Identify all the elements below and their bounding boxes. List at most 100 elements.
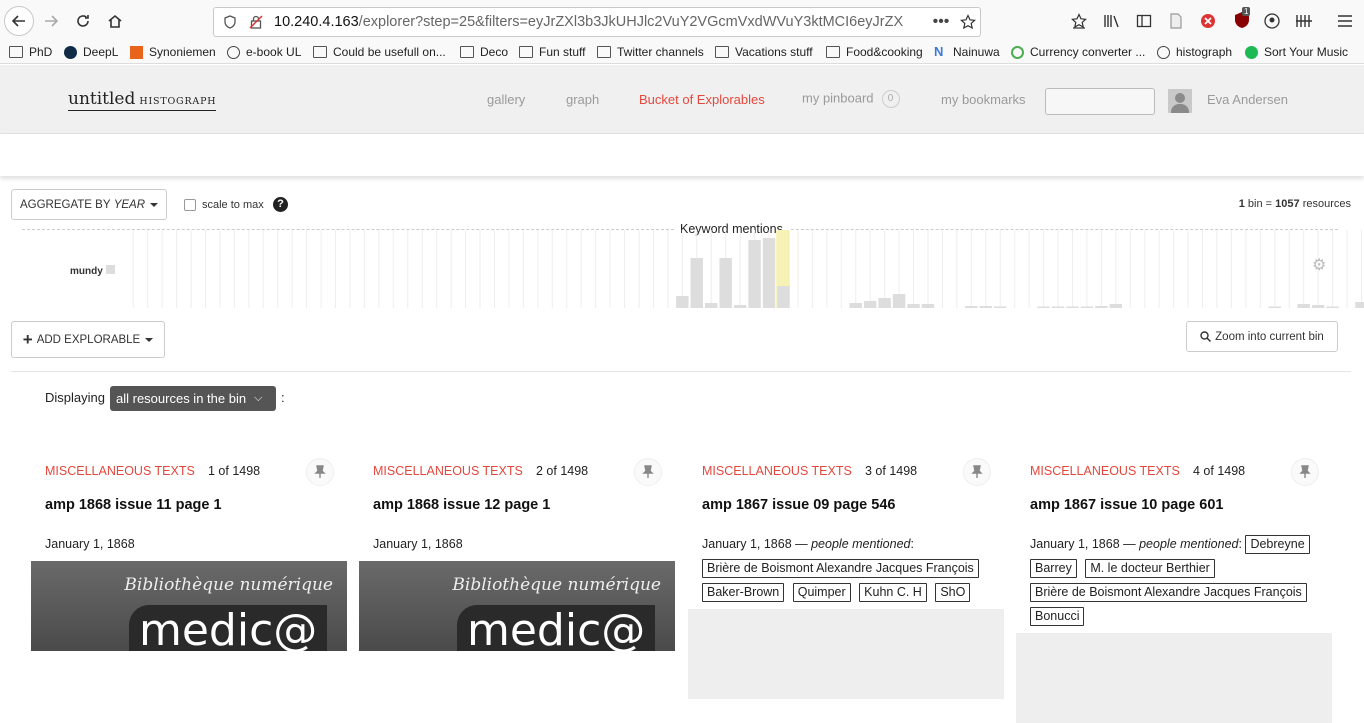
card-title[interactable]: amp 1868 issue 12 page 1 <box>373 497 550 513</box>
pin-button[interactable] <box>306 458 334 486</box>
pin-button[interactable] <box>1291 458 1319 486</box>
insecure-lock-icon[interactable] <box>248 14 264 30</box>
person-tag[interactable]: ShO <box>935 583 971 602</box>
star-icon[interactable] <box>958 12 978 32</box>
histogram-bar[interactable] <box>1355 302 1364 308</box>
keyword-histogram[interactable] <box>0 220 1364 312</box>
home-button[interactable] <box>100 6 130 36</box>
bookmark-fun-stuff[interactable]: Fun stuff <box>519 45 585 59</box>
account-icon[interactable] <box>1263 12 1281 30</box>
histogram-bar[interactable] <box>733 305 747 308</box>
card-title[interactable]: amp 1868 issue 11 page 1 <box>45 497 222 513</box>
histogram-bar[interactable] <box>849 303 862 308</box>
histogram-bar[interactable] <box>690 258 703 308</box>
blocker-icon[interactable] <box>1199 12 1217 30</box>
page-actions-icon[interactable]: ••• <box>930 11 952 33</box>
person-tag[interactable]: M. le docteur Berthier <box>1085 559 1215 578</box>
menu-icon[interactable] <box>1336 12 1354 30</box>
bookmark-nainuwa[interactable]: N Nainuwa <box>934 45 1000 59</box>
resource-card[interactable]: MISCELLANEOUS TEXTS 3 of 1498 amp 1867 i… <box>688 455 1004 699</box>
histogram-bar[interactable] <box>762 238 776 308</box>
bookmark-ebook[interactable]: e-book UL <box>227 45 301 59</box>
bookmark-could-be-usefull[interactable]: Could be usefull on... <box>313 45 446 59</box>
search-input[interactable] <box>1045 88 1155 115</box>
histogram-bar[interactable] <box>719 258 732 308</box>
resource-card[interactable]: MISCELLANEOUS TEXTS 4 of 1498 amp 1867 i… <box>1016 455 1332 723</box>
histogram-bar[interactable] <box>863 301 877 308</box>
histogram-bar[interactable] <box>979 306 992 308</box>
sidebar-icon[interactable] <box>1135 12 1153 30</box>
ublock-icon[interactable]: 1 <box>1230 7 1254 30</box>
card-thumbnail[interactable]: Bibliothèque numérique medic@ <box>359 561 675 651</box>
histogram-bar[interactable] <box>1297 304 1310 308</box>
histogram-bar[interactable] <box>1268 306 1281 309</box>
bookmark-deepl[interactable]: DeepL <box>64 45 118 59</box>
card-thumbnail[interactable]: Bibliothèque numérique medic@ <box>31 561 347 651</box>
histogram-bar[interactable] <box>748 240 761 308</box>
histogram-bar[interactable] <box>676 296 689 308</box>
aggregate-by-dropdown[interactable]: AGGREGATE BY YEAR <box>11 189 167 220</box>
histogram-bar[interactable] <box>705 303 718 308</box>
url-bar[interactable]: 10.240.4.163/explorer?step=25&filters=ey… <box>213 7 981 37</box>
histogram-bar[interactable] <box>1326 306 1339 309</box>
histogram-bar[interactable] <box>1095 306 1108 308</box>
card-type[interactable]: MISCELLANEOUS TEXTS <box>702 464 852 478</box>
resource-card[interactable]: MISCELLANEOUS TEXTS 1 of 1498 amp 1868 i… <box>31 455 347 651</box>
person-tag[interactable]: Barrey <box>1030 559 1077 578</box>
add-explorable-button[interactable]: + ADD EXPLORABLE <box>11 321 165 358</box>
card-type[interactable]: MISCELLANEOUS TEXTS <box>373 464 523 478</box>
card-type[interactable]: MISCELLANEOUS TEXTS <box>45 464 195 478</box>
brand-logo[interactable]: untitled HISTOGRAPH <box>68 89 217 111</box>
card-title[interactable]: amp 1867 issue 10 page 601 <box>1030 497 1223 513</box>
person-tag[interactable]: Kuhn C. H <box>859 583 927 602</box>
back-button[interactable] <box>4 6 34 36</box>
histogram-bar[interactable] <box>1066 306 1079 309</box>
histogram-bar[interactable] <box>1080 306 1094 309</box>
person-tag[interactable]: Baker-Brown <box>702 583 785 602</box>
person-tag[interactable]: Bonucci <box>1030 607 1085 626</box>
pin-button[interactable] <box>634 458 662 486</box>
histogram-bar[interactable] <box>892 294 906 308</box>
nav-bucket-of-explorables[interactable]: Bucket of Explorables <box>639 92 765 107</box>
scale-to-max-checkbox[interactable] <box>184 199 196 211</box>
bookmark-currency[interactable]: Currency converter ... <box>1011 45 1145 59</box>
card-thumbnail[interactable] <box>688 609 1004 699</box>
reload-button[interactable] <box>68 6 98 36</box>
histogram-bar[interactable] <box>1051 306 1065 309</box>
user-name[interactable]: Eva Andersen <box>1207 92 1288 107</box>
resource-card[interactable]: MISCELLANEOUS TEXTS 2 of 1498 amp 1868 i… <box>359 455 675 651</box>
person-tag[interactable]: Brière de Boismont Alexandre Jacques Fra… <box>702 559 979 578</box>
help-icon[interactable]: ? <box>273 197 288 212</box>
histogram-bar[interactable] <box>878 298 891 308</box>
histogram-bar[interactable] <box>777 286 790 308</box>
nav-graph[interactable]: graph <box>566 92 599 107</box>
histogram-bar[interactable] <box>994 306 1007 309</box>
card-type[interactable]: MISCELLANEOUS TEXTS <box>1030 464 1180 478</box>
nav-my-pinboard[interactable]: my pinboard 0 <box>802 90 900 108</box>
extensions-icon[interactable] <box>1294 12 1314 30</box>
bookmark-phd[interactable]: PhD <box>9 45 52 59</box>
bookmark-vacations[interactable]: Vacations stuff <box>715 45 813 59</box>
person-tag[interactable]: Debreyne <box>1245 535 1310 554</box>
info-icon[interactable] <box>222 14 238 30</box>
person-tag[interactable]: Quimper <box>792 583 851 602</box>
bookmark-synoniemen[interactable]: Synoniemen <box>130 45 216 59</box>
forward-button[interactable] <box>36 6 66 36</box>
bookmark-sort-your-music[interactable]: Sort Your Music <box>1245 45 1348 59</box>
histogram-bar[interactable] <box>965 306 978 308</box>
zoom-into-bin-button[interactable]: Zoom into current bin <box>1186 321 1338 352</box>
histogram-bar[interactable] <box>1311 305 1325 308</box>
card-title[interactable]: amp 1867 issue 09 page 546 <box>702 497 895 513</box>
resource-filter-select[interactable]: all resources in the bin ⌵ <box>110 386 276 411</box>
gear-icon[interactable]: ⚙ <box>1312 255 1326 275</box>
card-thumbnail[interactable] <box>1016 633 1332 723</box>
nav-gallery[interactable]: gallery <box>487 92 525 107</box>
histogram-bar[interactable] <box>1037 306 1050 309</box>
user-avatar[interactable] <box>1168 89 1192 113</box>
reader-icon[interactable] <box>1167 12 1185 30</box>
histogram-bar[interactable] <box>921 304 935 308</box>
person-tag[interactable]: Brière de Boismont Alexandre Jacques Fra… <box>1030 583 1307 602</box>
bookmark-food[interactable]: Food&cooking <box>826 45 923 59</box>
histogram-bar[interactable] <box>907 304 920 308</box>
bookmark-histograph[interactable]: histograph <box>1157 45 1232 59</box>
